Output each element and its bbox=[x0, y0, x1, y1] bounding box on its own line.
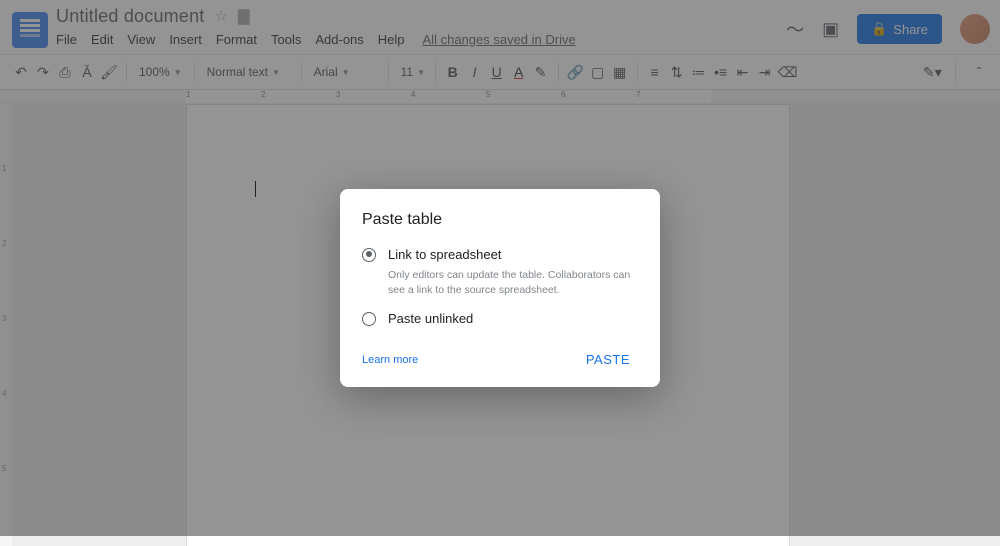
radio-icon[interactable] bbox=[362, 312, 376, 326]
learn-more-link[interactable]: Learn more bbox=[362, 354, 418, 366]
option-paste-unlinked[interactable]: Paste unlinked bbox=[362, 311, 638, 326]
radio-icon[interactable] bbox=[362, 248, 376, 262]
modal-overlay: Paste table Link to spreadsheet Only edi… bbox=[0, 0, 1000, 536]
paste-table-dialog: Paste table Link to spreadsheet Only edi… bbox=[340, 189, 660, 387]
option-label: Link to spreadsheet bbox=[388, 247, 501, 262]
dialog-title: Paste table bbox=[362, 211, 638, 229]
option-link-spreadsheet[interactable]: Link to spreadsheet bbox=[362, 247, 638, 262]
paste-button[interactable]: PASTE bbox=[578, 348, 638, 371]
option-description: Only editors can update the table. Colla… bbox=[388, 268, 638, 297]
option-label: Paste unlinked bbox=[388, 311, 473, 326]
